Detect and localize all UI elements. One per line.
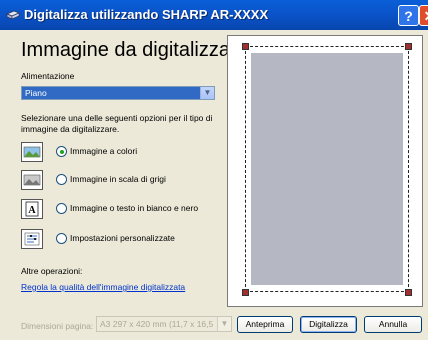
chevron-down-icon[interactable]: ▼ bbox=[217, 317, 231, 331]
other-operations-label: Altre operazioni: bbox=[21, 266, 83, 276]
option-label[interactable]: Immagine in scala di grigi bbox=[70, 174, 166, 184]
bw-text-radio[interactable] bbox=[56, 203, 67, 214]
page-title: Immagine da digitalizzare: bbox=[21, 39, 254, 61]
color-image-icon[interactable] bbox=[21, 142, 43, 162]
options-description: Selezionare una delle seguenti opzioni p… bbox=[21, 113, 213, 134]
title-bar[interactable]: Digitalizza utilizzando SHARP AR-XXXX ? … bbox=[0, 0, 428, 30]
grayscale-image-icon[interactable] bbox=[21, 170, 43, 190]
close-button[interactable]: ✕ bbox=[419, 5, 428, 26]
color-image-radio[interactable] bbox=[56, 146, 67, 157]
scan-button[interactable]: Digitalizza bbox=[300, 316, 357, 333]
option-label[interactable]: Impostazioni personalizzate bbox=[70, 233, 175, 243]
preview-area bbox=[227, 35, 423, 307]
cancel-button[interactable]: Annulla bbox=[364, 316, 422, 333]
resize-handle-bottom-left[interactable] bbox=[242, 289, 249, 296]
feed-select-value: Piano bbox=[25, 88, 47, 98]
option-label[interactable]: Immagine o testo in bianco e nero bbox=[70, 203, 198, 213]
page-size-select[interactable]: A3 297 x 420 mm (11,7 x 16,5 ▼ bbox=[96, 316, 232, 332]
bw-text-icon[interactable]: A bbox=[21, 199, 43, 219]
svg-text:A: A bbox=[28, 205, 36, 216]
help-button[interactable]: ? bbox=[398, 5, 419, 26]
scan-selection[interactable] bbox=[245, 46, 409, 292]
scanner-icon bbox=[6, 10, 20, 20]
resize-handle-top-right[interactable] bbox=[405, 43, 412, 50]
resize-handle-bottom-right[interactable] bbox=[405, 289, 412, 296]
page-size-label: Dimensioni pagina: bbox=[21, 321, 94, 331]
feed-label: Alimentazione bbox=[21, 71, 75, 81]
grayscale-image-radio[interactable] bbox=[56, 174, 67, 185]
window-title: Digitalizza utilizzando SHARP AR-XXXX bbox=[24, 7, 269, 22]
custom-settings-icon[interactable] bbox=[21, 229, 43, 249]
chevron-down-icon[interactable]: ▼ bbox=[200, 87, 214, 99]
preview-button[interactable]: Anteprima bbox=[237, 316, 293, 333]
feed-select[interactable]: Piano ▼ bbox=[21, 86, 215, 100]
adjust-quality-link[interactable]: Regola la qualità dell'immagine digitali… bbox=[21, 282, 185, 292]
resize-handle-top-left[interactable] bbox=[242, 43, 249, 50]
option-label[interactable]: Immagine a colori bbox=[70, 146, 137, 156]
preview-page bbox=[251, 53, 403, 285]
scan-options-panel: Immagine da digitalizzare: Alimentazione… bbox=[0, 30, 253, 306]
custom-settings-radio[interactable] bbox=[56, 233, 67, 244]
page-size-value: A3 297 x 420 mm (11,7 x 16,5 bbox=[100, 319, 214, 329]
